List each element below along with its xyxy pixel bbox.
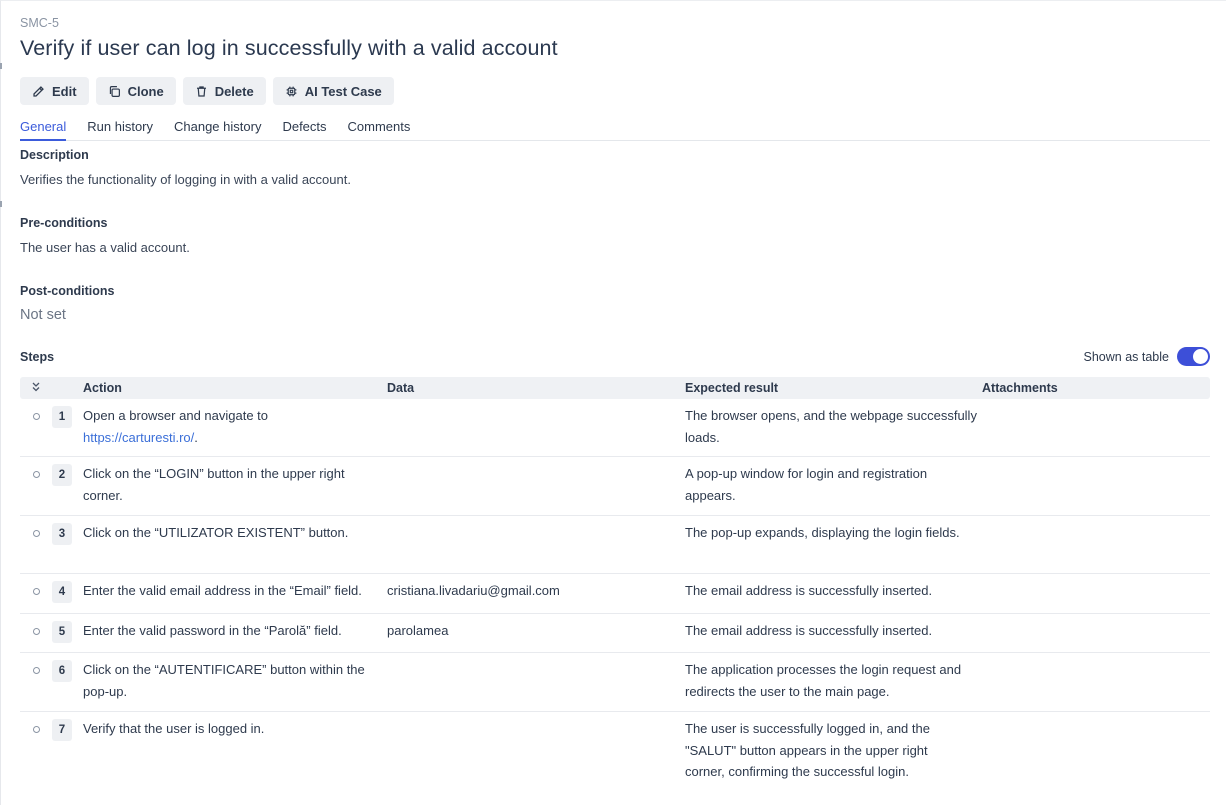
column-header-expected: Expected result: [685, 381, 779, 395]
step-row[interactable]: 1 Open a browser and navigate to https:/…: [20, 399, 1210, 457]
copy-icon: [109, 85, 120, 97]
edit-button[interactable]: Edit: [20, 77, 89, 105]
chip-icon: [286, 86, 297, 96]
step-status-dot[interactable]: [33, 413, 40, 420]
toolbar: Edit Clone Delete AI Test Case: [20, 77, 394, 105]
tab-comments[interactable]: Comments: [348, 115, 411, 141]
step-action: Click on the “UTILIZATOR EXISTENT” butto…: [83, 525, 349, 540]
step-data: cristiana.livadariu@gmail.com: [387, 583, 560, 598]
step-action-suffix: .: [194, 429, 198, 445]
postconditions-label: Post-conditions: [20, 284, 115, 298]
step-expected: The user is successfully logged in, and …: [685, 721, 930, 779]
tab-general[interactable]: General: [20, 115, 67, 141]
step-row[interactable]: 2 Click on the “LOGIN” button in the upp…: [20, 457, 1210, 516]
step-expected: The browser opens, and the webpage succe…: [685, 408, 977, 445]
step-expected: The email address is successfully insert…: [685, 583, 933, 598]
column-header-action: Action: [83, 381, 122, 395]
step-row[interactable]: 4 Enter the valid email address in the “…: [20, 574, 1210, 614]
delete-button[interactable]: Delete: [182, 77, 266, 105]
steps-label: Steps: [20, 350, 55, 364]
pencil-icon: [33, 85, 44, 97]
ai-test-case-button[interactable]: AI Test Case: [272, 77, 394, 105]
ai-test-case-button-label: AI Test Case: [304, 83, 382, 99]
step-number: 1: [52, 406, 72, 428]
postconditions-text: Not set: [20, 307, 66, 323]
table-view-toggle[interactable]: [1177, 347, 1210, 366]
step-action: Verify that the user is logged in.: [83, 721, 265, 736]
step-action: Enter the valid password in the “Parolă”…: [83, 623, 342, 638]
case-id: SMC-5: [20, 16, 59, 30]
step-row[interactable]: 3 Click on the “UTILIZATOR EXISTENT” but…: [20, 516, 1210, 574]
step-expected: A pop-up window for login and registrati…: [685, 466, 928, 503]
tab-bar: General Run history Change history Defec…: [20, 115, 1210, 141]
step-number: 7: [52, 719, 72, 741]
step-action-link[interactable]: https://carturesti.ro/: [83, 430, 194, 445]
edge-marker: [0, 201, 2, 207]
step-number: 4: [52, 581, 72, 603]
description-text: Verifies the functionality of logging in…: [20, 172, 351, 187]
test-case-page: SMC-5 Verify if user can log in successf…: [0, 0, 1226, 805]
step-status-dot[interactable]: [33, 588, 40, 595]
step-status-dot[interactable]: [33, 530, 40, 537]
step-status-dot[interactable]: [33, 628, 40, 635]
edge-marker: [0, 63, 2, 69]
step-action: Click on the “AUTENTIFICARE” button with…: [83, 662, 365, 699]
step-expected: The pop-up expands, displaying the login…: [685, 525, 960, 540]
delete-button-label: Delete: [214, 83, 254, 99]
step-row[interactable]: 6 Click on the “AUTENTIFICARE” button wi…: [20, 653, 1210, 712]
trash-icon: [196, 85, 206, 97]
clone-button-label: Clone: [127, 83, 164, 99]
step-data: parolamea: [387, 623, 449, 638]
step-action: Click on the “LOGIN” button in the upper…: [83, 466, 345, 503]
step-number: 5: [52, 621, 72, 643]
toggle-knob: [1193, 349, 1208, 364]
table-view-toggle-group: Shown as table: [1084, 347, 1210, 366]
collapse-all-icon[interactable]: [30, 381, 42, 393]
preconditions-label: Pre-conditions: [20, 216, 108, 230]
clone-button[interactable]: Clone: [95, 77, 176, 105]
tab-run-history[interactable]: Run history: [87, 115, 153, 141]
tab-defects[interactable]: Defects: [282, 115, 326, 141]
step-action: Open a browser and navigate to https://c…: [83, 405, 378, 448]
description-label: Description: [20, 148, 89, 162]
table-view-toggle-label: Shown as table: [1083, 349, 1169, 364]
step-expected: The application processes the login requ…: [685, 662, 962, 699]
preconditions-text: The user has a valid account.: [20, 240, 190, 255]
column-header-attachments: Attachments: [982, 381, 1058, 395]
step-number: 6: [52, 660, 72, 682]
step-expected: The email address is successfully insert…: [685, 623, 933, 638]
column-header-data: Data: [387, 381, 415, 395]
tab-change-history[interactable]: Change history: [174, 115, 261, 141]
step-status-dot[interactable]: [33, 471, 40, 478]
step-number: 3: [52, 523, 72, 545]
step-status-dot[interactable]: [33, 667, 40, 674]
step-number: 2: [52, 464, 72, 486]
steps-table-header: Action Data Expected result Attachments: [20, 377, 1210, 399]
step-status-dot[interactable]: [33, 726, 40, 733]
step-row[interactable]: 7 Verify that the user is logged in. The…: [20, 712, 1210, 792]
step-action-text: Open a browser and navigate to: [83, 408, 269, 423]
page-title: Verify if user can log in successfully w…: [20, 36, 558, 60]
edit-button-label: Edit: [52, 83, 77, 99]
step-row[interactable]: 5 Enter the valid password in the “Parol…: [20, 614, 1210, 653]
step-action: Enter the valid email address in the “Em…: [83, 583, 362, 598]
